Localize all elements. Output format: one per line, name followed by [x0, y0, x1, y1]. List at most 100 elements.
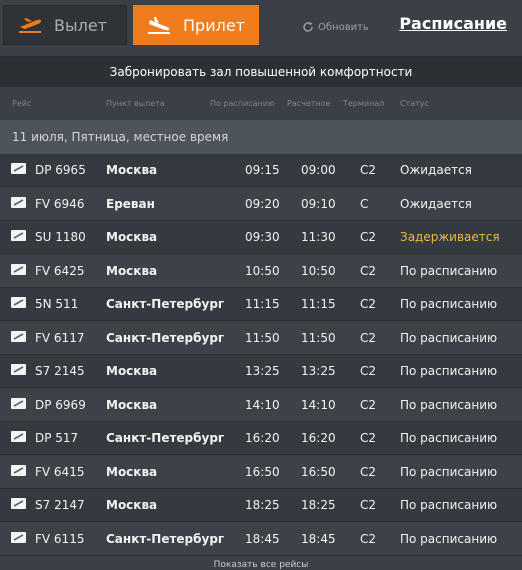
- flight-status: По расписанию: [400, 364, 498, 378]
- airline-dp-icon: [11, 163, 26, 174]
- col-flight: Рейс: [12, 99, 32, 108]
- tab-departure[interactable]: Вылет: [3, 5, 127, 45]
- scheduled-time: 16:20: [245, 431, 280, 445]
- tab-departure-label: Вылет: [54, 15, 107, 35]
- scheduled-time: 11:50: [245, 330, 280, 345]
- airline-fv-icon: [11, 196, 26, 208]
- terminal: C2: [360, 498, 377, 512]
- origin-city: Москва: [106, 163, 158, 177]
- col-estimated: Расчетное: [287, 99, 331, 108]
- airline-dp-icon: [11, 397, 26, 409]
- airline-fv-icon: [11, 531, 26, 543]
- airline-5n-icon: [11, 297, 26, 308]
- terminal: C2: [360, 364, 377, 378]
- scheduled-time: 10:50: [245, 263, 280, 278]
- terminal: C2: [360, 297, 377, 311]
- refresh-label: Обновить: [318, 21, 369, 33]
- flight-number: FV 6946: [35, 196, 85, 211]
- col-terminal: Терминал: [343, 99, 385, 108]
- flight-number: FV 6415: [35, 464, 85, 479]
- flight-number: DP 6969: [35, 397, 86, 412]
- estimated-time: 16:50: [301, 464, 336, 479]
- col-scheduled: По расписанию: [210, 99, 275, 108]
- flight-number: S7 2147: [35, 498, 85, 512]
- flight-number: S7 2145: [35, 364, 85, 378]
- origin-city: Санкт-Петербург: [106, 431, 225, 445]
- lounge-booking-banner[interactable]: Забронировать зал повышенной комфортност…: [0, 56, 522, 87]
- estimated-time: 09:10: [301, 196, 336, 211]
- scheduled-time: 18:45: [245, 531, 280, 546]
- flight-row[interactable]: FV 6115 Санкт-Петербург 18:45 18:45 C2 По рас…: [0, 522, 522, 556]
- flight-row[interactable]: FV 6415 Москва 16:50 16:50 C2 По расписанию: [0, 455, 522, 489]
- airline-fv-icon: [11, 464, 26, 476]
- flight-row[interactable]: DP 6969 Москва 14:10 14:10 C2 По расписанию: [0, 388, 522, 422]
- airline-dp-icon: [11, 431, 26, 442]
- terminal: C2: [360, 531, 377, 546]
- flight-row[interactable]: FV 6946 Ереван 09:20 09:10 C Ожидается: [0, 187, 522, 221]
- flight-status: Ожидается: [400, 196, 472, 211]
- flight-row[interactable]: DP 517 Санкт-Петербург 16:20 16:20 C2 По расп…: [0, 422, 522, 455]
- flight-row[interactable]: SU 1180 Москва 09:30 11:30 C2 Задерживается: [0, 221, 522, 254]
- flight-row[interactable]: FV 6117 Санкт-Петербург 11:50 11:50 C2 По рас…: [0, 321, 522, 355]
- flight-number: DP 517: [35, 431, 79, 445]
- top-bar: Вылет Прилет Обновить Расписание: [0, 0, 522, 52]
- terminal: C2: [360, 464, 377, 479]
- origin-city: Санкт-Петербург: [106, 531, 225, 546]
- estimated-time: 14:10: [301, 397, 336, 412]
- origin-city: Москва: [106, 263, 158, 278]
- flight-number: FV 6117: [35, 330, 85, 345]
- refresh-button[interactable]: Обновить: [302, 18, 369, 36]
- flight-status: По расписанию: [400, 531, 498, 546]
- estimated-time: 13:25: [301, 364, 336, 378]
- origin-city: Москва: [106, 498, 158, 512]
- terminal: C2: [360, 163, 377, 177]
- airline-su-icon: [11, 230, 26, 241]
- airline-s7-icon: [11, 364, 26, 375]
- estimated-time: 18:45: [301, 531, 336, 546]
- origin-city: Ереван: [106, 196, 155, 211]
- scheduled-time: 16:50: [245, 464, 280, 479]
- scheduled-time: 11:15: [245, 297, 280, 311]
- origin-city: Санкт-Петербург: [106, 330, 225, 345]
- scheduled-time: 09:15: [245, 163, 280, 177]
- flight-row[interactable]: S7 2145 Москва 13:25 13:25 C2 По расписанию: [0, 355, 522, 388]
- origin-city: Москва: [106, 364, 158, 378]
- terminal: C2: [360, 330, 377, 345]
- plane-landing-icon: [145, 15, 173, 35]
- flight-number: 5N 511: [35, 297, 79, 311]
- scheduled-time: 09:30: [245, 230, 280, 244]
- airline-fv-icon: [11, 263, 26, 275]
- flight-number: FV 6115: [35, 531, 85, 546]
- table-header: Рейс Пункт вылета По расписанию Расчетно…: [0, 96, 522, 112]
- flight-row[interactable]: S7 2147 Москва 18:25 18:25 C2 По расписанию: [0, 489, 522, 522]
- flight-row[interactable]: 5N 511 Санкт-Петербург 11:15 11:15 C2 По расп…: [0, 288, 522, 321]
- col-status: Статус: [400, 99, 429, 108]
- estimated-time: 11:30: [301, 230, 336, 244]
- airline-fv-icon: [11, 330, 26, 342]
- show-all-flights-link[interactable]: Показать все рейсы: [0, 560, 522, 570]
- terminal: C2: [360, 397, 377, 412]
- terminal: C2: [360, 431, 377, 445]
- flight-status: По расписанию: [400, 431, 498, 445]
- origin-city: Москва: [106, 397, 158, 412]
- scheduled-time: 09:20: [245, 196, 280, 211]
- flight-status: По расписанию: [400, 263, 498, 278]
- flight-number: SU 1180: [35, 230, 86, 244]
- flight-row[interactable]: DP 6965 Москва 09:15 09:00 C2 Ожидается: [0, 154, 522, 187]
- flight-number: FV 6425: [35, 263, 85, 278]
- origin-city: Санкт-Петербург: [106, 297, 225, 311]
- flight-row[interactable]: FV 6425 Москва 10:50 10:50 C2 По расписанию: [0, 254, 522, 288]
- tab-arrival[interactable]: Прилет: [133, 5, 259, 45]
- tab-arrival-label: Прилет: [183, 15, 245, 35]
- schedule-link[interactable]: Расписание: [399, 14, 507, 33]
- estimated-time: 11:15: [301, 297, 336, 311]
- refresh-icon: [302, 21, 314, 33]
- flight-status: Ожидается: [400, 163, 472, 177]
- estimated-time: 18:25: [301, 498, 336, 512]
- flight-status: По расписанию: [400, 397, 498, 412]
- estimated-time: 09:00: [301, 163, 336, 177]
- plane-takeoff-icon: [16, 15, 44, 35]
- origin-city: Москва: [106, 464, 158, 479]
- origin-city: Москва: [106, 230, 158, 244]
- col-origin: Пункт вылета: [106, 99, 165, 108]
